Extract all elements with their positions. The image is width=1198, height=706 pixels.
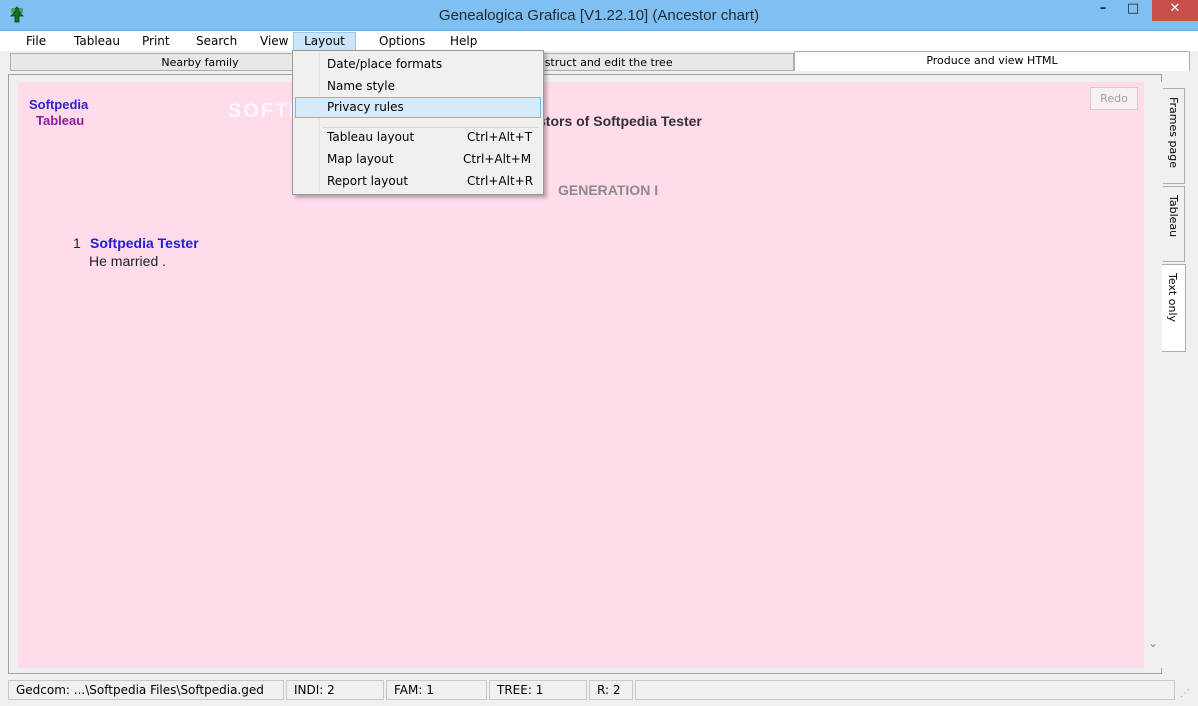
status-gedcom: Gedcom: ...\Softpedia Files\Softpedia.ge…: [8, 680, 284, 700]
menu-item-report-layout[interactable]: Report layout Ctrl+Alt+R: [295, 171, 541, 192]
tab-tableau[interactable]: Tableau: [1163, 186, 1185, 262]
tab-frames-page-label: Frames page: [1167, 97, 1180, 168]
layout-menu-dropdown: Date/place formats Name style Privacy ru…: [292, 50, 544, 195]
status-indi: INDI: 2: [286, 680, 384, 700]
menu-view[interactable]: View: [254, 32, 294, 51]
generation-heading: GENERATION I: [558, 182, 659, 198]
chevron-down-icon[interactable]: ⌄: [1144, 636, 1162, 656]
logo-tableau[interactable]: Tableau: [36, 113, 84, 128]
tab-frames-page[interactable]: Frames page: [1163, 88, 1185, 184]
menu-item-label: Report layout: [327, 174, 409, 188]
resize-grip-icon[interactable]: ⋰: [1180, 688, 1190, 699]
menu-item-label: Map layout: [327, 152, 394, 166]
menu-item-label: Date/place formats: [327, 57, 443, 71]
tab-text-only[interactable]: Text only: [1162, 264, 1186, 352]
status-r: R: 2: [589, 680, 633, 700]
status-fam: FAM: 1: [386, 680, 487, 700]
tab-produce-html[interactable]: Produce and view HTML: [794, 51, 1190, 71]
menu-item-shortcut: Ctrl+Alt+M: [463, 152, 532, 166]
menu-item-name-style[interactable]: Name style: [295, 76, 541, 97]
html-preview: [18, 82, 1144, 668]
person-name-link[interactable]: Softpedia Tester: [90, 235, 199, 251]
status-empty: [635, 680, 1175, 700]
menu-item-tableau-layout[interactable]: Tableau layout Ctrl+Alt+T: [295, 127, 541, 148]
tab-tableau-label: Tableau: [1167, 195, 1180, 238]
menu-item-label: Name style: [327, 79, 395, 93]
menu-item-label: Privacy rules: [327, 100, 404, 114]
menu-item-date-place-formats[interactable]: Date/place formats: [295, 54, 541, 75]
minimize-button[interactable]: –: [1090, 0, 1116, 21]
page-title: stors of Softpedia Tester: [538, 113, 702, 129]
person-description: He married .: [89, 253, 167, 269]
minimize-icon: –: [1099, 1, 1107, 16]
status-tree: TREE: 1: [489, 680, 587, 700]
menu-item-privacy-rules[interactable]: Privacy rules: [295, 97, 541, 118]
maximize-icon: □: [1126, 1, 1140, 16]
close-button[interactable]: ✕: [1152, 0, 1198, 21]
vertical-scrollbar[interactable]: [1144, 82, 1162, 668]
redo-button[interactable]: Redo: [1090, 87, 1138, 110]
menu-item-shortcut: Ctrl+Alt+R: [467, 174, 534, 188]
menu-item-label: Tableau layout: [327, 130, 415, 144]
menu-options[interactable]: Options: [373, 32, 431, 51]
title-bar: Genealogica Grafica [V1.22.10] (Ancestor…: [0, 0, 1198, 31]
menu-item-shortcut: Ctrl+Alt+T: [467, 130, 533, 144]
menu-item-map-layout[interactable]: Map layout Ctrl+Alt+M: [295, 149, 541, 170]
menu-tableau[interactable]: Tableau: [68, 32, 126, 51]
maximize-button[interactable]: □: [1120, 0, 1146, 21]
logo-softpedia[interactable]: Softpedia: [29, 97, 88, 112]
status-bar: Gedcom: ...\Softpedia Files\Softpedia.ge…: [0, 678, 1198, 706]
close-icon: ✕: [1169, 1, 1181, 16]
menu-file[interactable]: File: [20, 32, 52, 51]
menu-bar: File Tableau Print Search View Layout Op…: [0, 31, 1198, 51]
menu-layout[interactable]: Layout: [293, 32, 356, 51]
window-title: Genealogica Grafica [V1.22.10] (Ancestor…: [438, 7, 760, 24]
menu-search[interactable]: Search: [190, 32, 243, 51]
menu-print[interactable]: Print: [136, 32, 176, 51]
tab-text-only-label: Text only: [1166, 273, 1179, 323]
menu-help[interactable]: Help: [444, 32, 483, 51]
person-number: 1: [73, 235, 81, 251]
